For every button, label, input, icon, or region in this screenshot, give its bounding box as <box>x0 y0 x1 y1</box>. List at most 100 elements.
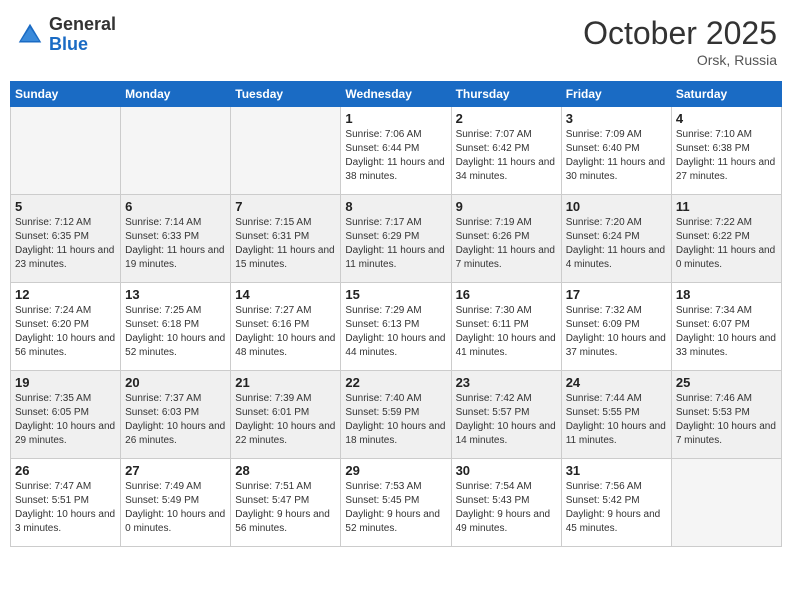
day-info: Sunrise: 7:54 AMSunset: 5:43 PMDaylight:… <box>456 480 557 536</box>
calendar-cell: 18Sunrise: 7:34 AMSunset: 6:07 PMDayligh… <box>671 283 781 371</box>
day-info: Sunrise: 7:22 AMSunset: 6:22 PMDaylight:… <box>676 216 777 272</box>
calendar-cell: 20 Sunrise: 7:37 AMSunset: 6:03 PMDayligh… <box>121 371 231 459</box>
day-info: Sunrise: 7:14 AMSunset: 6:33 PMDaylight:… <box>125 216 226 272</box>
weekday-header-saturday: Saturday <box>671 82 781 107</box>
calendar-cell: 6 Sunrise: 7:14 AMSunset: 6:33 PMDaylight… <box>121 195 231 283</box>
calendar-cell: 26Sunrise: 7:47 AMSunset: 5:51 PMDayligh… <box>11 459 121 547</box>
day-number: 19 <box>15 375 116 390</box>
day-info: Sunrise: 7:10 AMSunset: 6:38 PMDaylight:… <box>676 128 777 184</box>
calendar-cell: 3Sunrise: 7:09 AMSunset: 6:40 PMDaylight… <box>561 107 671 195</box>
day-number: 26 <box>15 463 116 478</box>
day-info: Sunrise: 7:53 AMSunset: 5:45 PMDaylight:… <box>345 480 446 536</box>
calendar-cell: 28Sunrise: 7:51 AMSunset: 5:47 PMDayligh… <box>231 459 341 547</box>
logo: General Blue <box>15 15 116 55</box>
calendar-cell: 25 Sunrise: 7:46 AMSunset: 5:53 PMDayligh… <box>671 371 781 459</box>
day-info: Sunrise: 7:35 AMSunset: 6:05 PMDaylight:… <box>15 392 116 448</box>
day-number: 4 <box>676 111 777 126</box>
calendar-cell: 15 Sunrise: 7:29 AMSunset: 6:13 PMDayligh… <box>341 283 451 371</box>
day-info: Sunrise: 7:42 AMSunset: 5:57 PMDaylight:… <box>456 392 557 448</box>
day-number: 28 <box>235 463 336 478</box>
calendar-cell: 27 Sunrise: 7:49 AMSunset: 5:49 PMDayligh… <box>121 459 231 547</box>
day-number: 24 <box>566 375 667 390</box>
weekday-header-friday: Friday <box>561 82 671 107</box>
calendar-cell: 17Sunrise: 7:32 AMSunset: 6:09 PMDayligh… <box>561 283 671 371</box>
day-number: 9 <box>456 199 557 214</box>
weekday-header-thursday: Thursday <box>451 82 561 107</box>
weekday-header-tuesday: Tuesday <box>231 82 341 107</box>
day-number: 20 <box>125 375 226 390</box>
calendar-cell: 10 Sunrise: 7:20 AMSunset: 6:24 PMDayligh… <box>561 195 671 283</box>
day-info: Sunrise: 7:27 AMSunset: 6:16 PMDaylight:… <box>235 304 336 360</box>
day-number: 22 <box>345 375 446 390</box>
calendar-table: SundayMondayTuesdayWednesdayThursdayFrid… <box>10 81 782 547</box>
day-number: 15 <box>345 287 446 302</box>
day-number: 2 <box>456 111 557 126</box>
title-block: October 2025 Orsk, Russia <box>583 15 777 68</box>
calendar-week-row: 26Sunrise: 7:47 AMSunset: 5:51 PMDayligh… <box>11 459 782 547</box>
calendar-cell <box>671 459 781 547</box>
day-info: Sunrise: 7:56 AMSunset: 5:42 PMDaylight:… <box>566 480 667 536</box>
day-number: 8 <box>345 199 446 214</box>
day-number: 21 <box>235 375 336 390</box>
calendar-cell: 29 Sunrise: 7:53 AMSunset: 5:45 PMDayligh… <box>341 459 451 547</box>
day-info: Sunrise: 7:40 AMSunset: 5:59 PMDaylight:… <box>345 392 446 448</box>
weekday-header-monday: Monday <box>121 82 231 107</box>
day-number: 13 <box>125 287 226 302</box>
calendar-cell: 21 Sunrise: 7:39 AMSunset: 6:01 PMDayligh… <box>231 371 341 459</box>
day-info: Sunrise: 7:29 AMSunset: 6:13 PMDaylight:… <box>345 304 446 360</box>
day-number: 25 <box>676 375 777 390</box>
calendar-cell: 1 Sunrise: 7:06 AMSunset: 6:44 PMDaylight… <box>341 107 451 195</box>
day-number: 17 <box>566 287 667 302</box>
day-info: Sunrise: 7:49 AMSunset: 5:49 PMDaylight:… <box>125 480 226 536</box>
day-number: 10 <box>566 199 667 214</box>
calendar-cell: 19 Sunrise: 7:35 AMSunset: 6:05 PMDayligh… <box>11 371 121 459</box>
calendar-cell: 16Sunrise: 7:30 AMSunset: 6:11 PMDayligh… <box>451 283 561 371</box>
logo-blue-text: Blue <box>49 34 88 54</box>
calendar-cell: 23 Sunrise: 7:42 AMSunset: 5:57 PMDayligh… <box>451 371 561 459</box>
day-info: Sunrise: 7:06 AMSunset: 6:44 PMDaylight:… <box>345 128 446 184</box>
day-info: Sunrise: 7:20 AMSunset: 6:24 PMDaylight:… <box>566 216 667 272</box>
calendar-cell: 7 Sunrise: 7:15 AMSunset: 6:31 PMDaylight… <box>231 195 341 283</box>
calendar-week-row: 1 Sunrise: 7:06 AMSunset: 6:44 PMDaylight… <box>11 107 782 195</box>
logo-icon <box>15 20 45 50</box>
weekday-header-wednesday: Wednesday <box>341 82 451 107</box>
day-number: 5 <box>15 199 116 214</box>
day-info: Sunrise: 7:39 AMSunset: 6:01 PMDaylight:… <box>235 392 336 448</box>
day-number: 11 <box>676 199 777 214</box>
day-number: 6 <box>125 199 226 214</box>
calendar-cell: 8Sunrise: 7:17 AMSunset: 6:29 PMDaylight… <box>341 195 451 283</box>
calendar-cell: 31Sunrise: 7:56 AMSunset: 5:42 PMDayligh… <box>561 459 671 547</box>
day-info: Sunrise: 7:15 AMSunset: 6:31 PMDaylight:… <box>235 216 336 272</box>
calendar-body: 1 Sunrise: 7:06 AMSunset: 6:44 PMDaylight… <box>11 107 782 547</box>
weekday-header-sunday: Sunday <box>11 82 121 107</box>
day-info: Sunrise: 7:44 AMSunset: 5:55 PMDaylight:… <box>566 392 667 448</box>
calendar-header-row: SundayMondayTuesdayWednesdayThursdayFrid… <box>11 82 782 107</box>
day-number: 16 <box>456 287 557 302</box>
calendar-week-row: 12Sunrise: 7:24 AMSunset: 6:20 PMDayligh… <box>11 283 782 371</box>
calendar-cell: 22 Sunrise: 7:40 AMSunset: 5:59 PMDayligh… <box>341 371 451 459</box>
day-number: 30 <box>456 463 557 478</box>
day-number: 23 <box>456 375 557 390</box>
day-number: 27 <box>125 463 226 478</box>
day-info: Sunrise: 7:46 AMSunset: 5:53 PMDaylight:… <box>676 392 777 448</box>
calendar-cell: 4 Sunrise: 7:10 AMSunset: 6:38 PMDaylight… <box>671 107 781 195</box>
logo-general-text: General <box>49 14 116 34</box>
calendar-cell: 11 Sunrise: 7:22 AMSunset: 6:22 PMDayligh… <box>671 195 781 283</box>
calendar-cell: 24 Sunrise: 7:44 AMSunset: 5:55 PMDayligh… <box>561 371 671 459</box>
calendar-cell <box>121 107 231 195</box>
calendar-cell: 9 Sunrise: 7:19 AMSunset: 6:26 PMDaylight… <box>451 195 561 283</box>
day-number: 29 <box>345 463 446 478</box>
location: Orsk, Russia <box>583 52 777 68</box>
day-number: 12 <box>15 287 116 302</box>
day-number: 1 <box>345 111 446 126</box>
day-info: Sunrise: 7:37 AMSunset: 6:03 PMDaylight:… <box>125 392 226 448</box>
calendar-cell <box>231 107 341 195</box>
day-info: Sunrise: 7:07 AMSunset: 6:42 PMDaylight:… <box>456 128 557 184</box>
calendar-cell: 12Sunrise: 7:24 AMSunset: 6:20 PMDayligh… <box>11 283 121 371</box>
month-title: October 2025 <box>583 15 777 52</box>
page-header: General Blue October 2025 Orsk, Russia <box>10 10 782 73</box>
day-info: Sunrise: 7:12 AMSunset: 6:35 PMDaylight:… <box>15 216 116 272</box>
day-number: 7 <box>235 199 336 214</box>
calendar-cell: 5 Sunrise: 7:12 AMSunset: 6:35 PMDaylight… <box>11 195 121 283</box>
day-info: Sunrise: 7:19 AMSunset: 6:26 PMDaylight:… <box>456 216 557 272</box>
